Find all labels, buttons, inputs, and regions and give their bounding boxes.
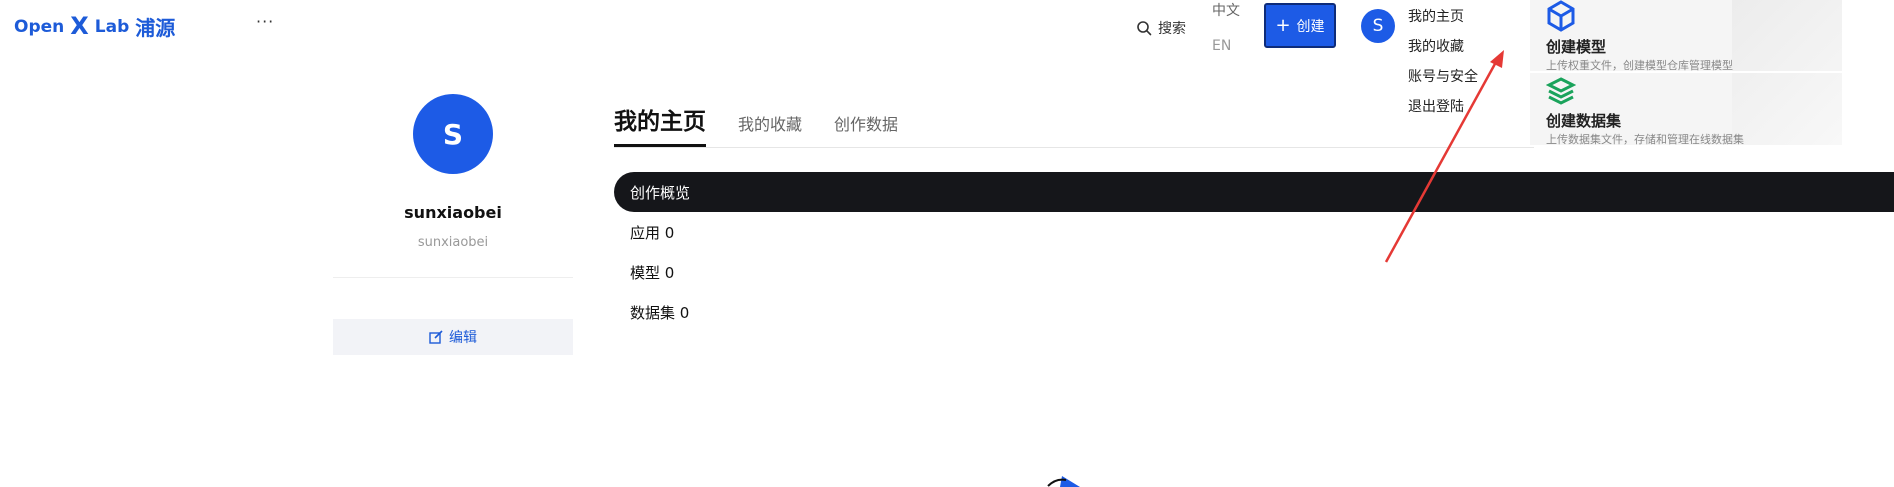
plus-icon: + (1275, 14, 1291, 36)
dataset-layers-icon (1545, 77, 1577, 105)
overview-item-apps[interactable]: 应用 0 (630, 222, 674, 243)
edit-icon (429, 330, 443, 344)
tabs-underline (614, 147, 1534, 148)
profile-divider (333, 277, 573, 278)
tab-my-favorites[interactable]: 我的收藏 (738, 111, 802, 147)
edit-profile-button[interactable]: 编辑 (333, 319, 573, 355)
user-dropdown-menu: 我的主页 我的收藏 账号与安全 退出登陆 (1408, 4, 1478, 124)
logo-lab-text: Lab (94, 16, 130, 37)
search-label: 搜索 (1158, 21, 1186, 37)
profile-avatar: S (413, 94, 493, 174)
brand-logo[interactable]: Open X Lab 浦源 (14, 12, 175, 41)
overview-title: 创作概览 (630, 183, 691, 202)
tab-creation-data[interactable]: 创作数据 (834, 111, 898, 147)
user-menu-item-logout[interactable]: 退出登陆 (1408, 94, 1478, 124)
user-avatar[interactable]: S (1361, 9, 1395, 43)
tab-my-home[interactable]: 我的主页 (614, 102, 706, 147)
create-model-title: 创建模型 (1546, 38, 1607, 56)
overview-item-models[interactable]: 模型 0 (630, 262, 674, 283)
cursor-tail-icon (1047, 478, 1067, 487)
create-dropdown-panel: 创建模型 上传权重文件，创建模型仓库管理模型 创建数据集 上传数据集文件，存储和… (1530, 0, 1842, 145)
cursor-icon (1060, 476, 1080, 487)
create-dataset-title: 创建数据集 (1546, 112, 1622, 130)
search-button[interactable]: 搜索 (1136, 18, 1186, 38)
language-option-en[interactable]: EN (1212, 38, 1231, 54)
overview-item-datasets[interactable]: 数据集 0 (630, 302, 689, 323)
red-arrow-head-icon (1490, 50, 1504, 68)
create-dataset-item[interactable]: 创建数据集 上传数据集文件，存储和管理在线数据集 (1545, 76, 1744, 145)
logo-open-text: Open (14, 16, 65, 37)
user-menu-item-account-security[interactable]: 账号与安全 (1408, 64, 1478, 94)
create-button[interactable]: + 创建 (1264, 3, 1336, 48)
profile-tabs: 我的主页 我的收藏 创作数据 (614, 102, 898, 147)
logo-x-mark: X (70, 11, 89, 40)
user-menu-item-favorites[interactable]: 我的收藏 (1408, 34, 1478, 64)
panel-divider (1530, 71, 1842, 73)
creation-overview-header: 创作概览 (614, 172, 1894, 212)
more-menu-icon[interactable]: ··· (256, 12, 274, 31)
user-menu-item-home[interactable]: 我的主页 (1408, 4, 1478, 34)
create-model-item[interactable]: 创建模型 上传权重文件，创建模型仓库管理模型 (1546, 0, 1733, 73)
search-icon (1137, 21, 1152, 36)
logo-chinese-text: 浦源 (135, 16, 176, 40)
profile-handle: sunxiaobei (417, 235, 489, 250)
create-dataset-desc: 上传数据集文件，存储和管理在线数据集 (1546, 133, 1744, 145)
language-option-zh[interactable]: 中文 (1212, 0, 1240, 20)
model-cube-icon (1547, 0, 1575, 32)
edit-button-label: 编辑 (449, 330, 477, 346)
profile-username: sunxiaobei (404, 203, 502, 222)
create-button-label: 创建 (1296, 18, 1325, 35)
